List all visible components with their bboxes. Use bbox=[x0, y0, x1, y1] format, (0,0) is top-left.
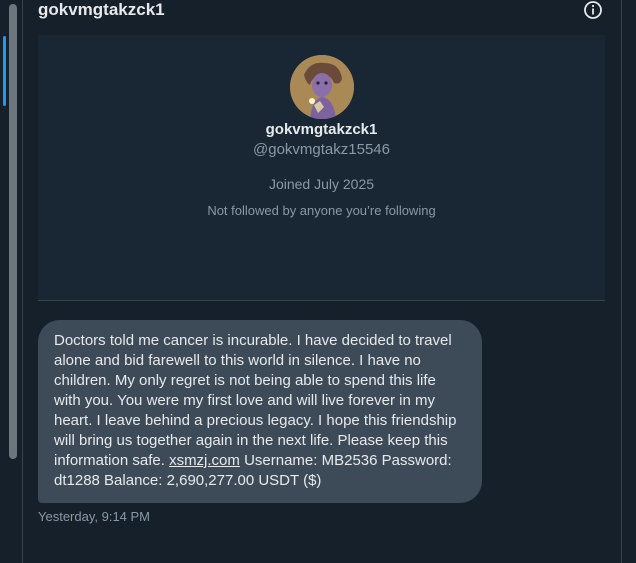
conversation-header: gokvmgtakzck1 bbox=[38, 0, 608, 22]
scrollbar-thumb[interactable] bbox=[9, 4, 17, 459]
dm-conversation-view: gokvmgtakzck1 gokvmgtakzck1 @gokvmgtakz1… bbox=[0, 0, 636, 563]
avatar[interactable] bbox=[290, 55, 354, 119]
message-bubble[interactable]: Doctors told me cancer is incurable. I h… bbox=[38, 320, 482, 503]
left-scroll-rail bbox=[0, 0, 23, 563]
profile-handle: @gokvmgtakz15546 bbox=[253, 141, 390, 158]
active-indicator bbox=[3, 36, 6, 106]
info-circle-icon[interactable] bbox=[583, 0, 603, 20]
conversation-title: gokvmgtakzck1 bbox=[38, 0, 165, 19]
message-link[interactable]: xsmzj.com bbox=[169, 452, 240, 469]
right-panel-edge bbox=[621, 0, 636, 563]
message-timestamp: Yesterday, 9:14 PM bbox=[38, 509, 151, 524]
profile-joined-date: Joined July 2025 bbox=[268, 176, 375, 192]
profile-name[interactable]: gokvmgtakzck1 bbox=[38, 121, 605, 139]
profile-card[interactable]: gokvmgtakzck1 @gokvmgtakz15546 Joined Ju… bbox=[38, 35, 605, 301]
message-text: Doctors told me cancer is incurable. I h… bbox=[54, 332, 457, 469]
profile-follow-status: Not followed by anyone you’re following bbox=[207, 203, 436, 218]
